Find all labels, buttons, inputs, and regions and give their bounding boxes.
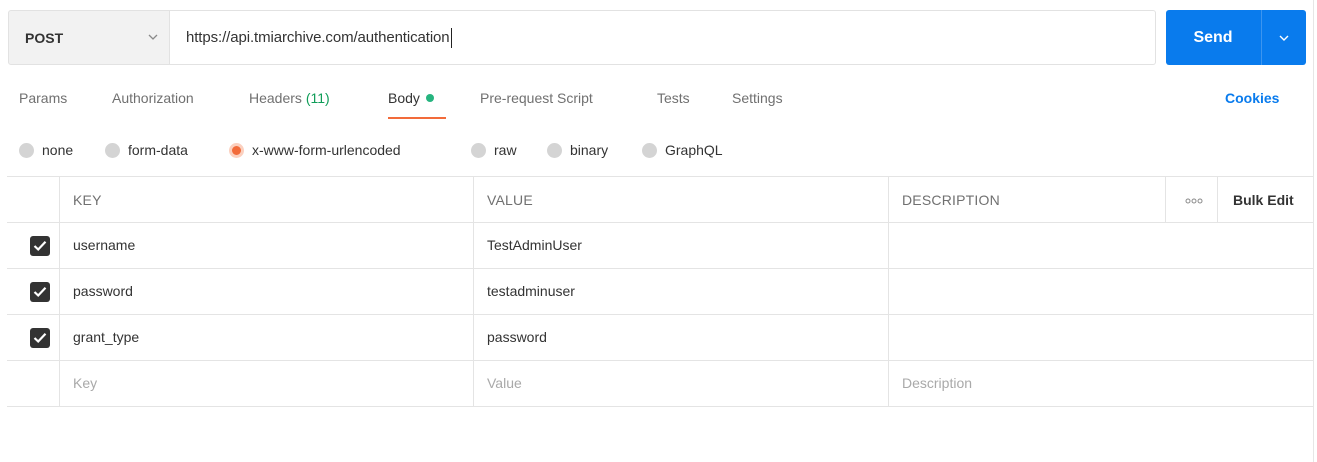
column-divider [1165, 176, 1166, 222]
row-checkbox[interactable] [30, 282, 50, 302]
tab-label: Settings [732, 90, 783, 106]
body-status-dot [425, 94, 434, 103]
checkmark-icon [33, 287, 47, 298]
radio-binary[interactable]: binary [547, 141, 608, 159]
tab-label: Params [19, 90, 68, 106]
radio-raw[interactable]: raw [471, 141, 517, 159]
new-description-input[interactable]: Description [902, 375, 972, 391]
active-tab-indicator [388, 117, 446, 119]
radio-label: GraphQL [665, 142, 723, 158]
row-checkbox[interactable] [30, 328, 50, 348]
key-value-table: KEY VALUE DESCRIPTION Bulk Edit username… [7, 176, 1313, 407]
table-border [7, 222, 1313, 223]
row-key[interactable]: grant_type [73, 329, 139, 345]
radio-form-data[interactable]: form-data [105, 141, 188, 159]
radio-circle [642, 142, 657, 158]
table-border [7, 406, 1313, 407]
tab-settings[interactable]: Settings [732, 90, 783, 106]
send-button-group: Send [1166, 10, 1306, 65]
row-value[interactable]: TestAdminUser [487, 237, 582, 253]
row-checkbox[interactable] [30, 236, 50, 256]
tab-body[interactable]: Body [388, 90, 434, 106]
method-select[interactable]: POST [8, 10, 170, 65]
column-divider [888, 176, 889, 407]
tab-params[interactable]: Params [19, 90, 67, 106]
column-divider [473, 176, 474, 407]
tab-label: Body [388, 90, 420, 106]
table-border [7, 268, 1313, 269]
tab-label: Headers [249, 90, 302, 106]
header-key: KEY [73, 192, 102, 208]
checkmark-icon [33, 333, 47, 344]
cookies-link[interactable]: Cookies [1225, 90, 1279, 106]
tab-headers[interactable]: Headers (11) [249, 90, 330, 106]
headers-count: (11) [305, 90, 330, 106]
radio-graphql[interactable]: GraphQL [642, 141, 723, 159]
bulk-edit-button[interactable]: Bulk Edit [1233, 192, 1294, 208]
tab-label: Pre-request Script [480, 90, 593, 106]
more-options-icon[interactable] [1185, 197, 1203, 205]
radio-circle [19, 142, 34, 158]
table-border [7, 314, 1313, 315]
header-description: DESCRIPTION [902, 192, 1000, 208]
column-divider [1217, 176, 1218, 222]
column-divider [59, 176, 60, 407]
table-border [7, 176, 1313, 177]
header-value: VALUE [487, 192, 533, 208]
tab-authorization[interactable]: Authorization [112, 90, 194, 106]
radio-label: x-www-form-urlencoded [252, 142, 401, 158]
chevron-down-icon [148, 34, 158, 40]
tab-tests[interactable]: Tests [657, 90, 690, 106]
method-label: POST [25, 29, 64, 46]
radio-label: none [42, 142, 74, 158]
text-caret [450, 27, 452, 48]
radio-label: binary [570, 142, 609, 158]
url-input[interactable]: https://api.tmiarchive.com/authenticatio… [170, 10, 1156, 65]
radio-label: form-data [128, 142, 188, 158]
new-key-input[interactable]: Key [73, 375, 97, 391]
url-text: https://api.tmiarchive.com/authenticatio… [186, 29, 450, 46]
tab-label: Authorization [112, 90, 194, 106]
checkmark-icon [33, 241, 47, 252]
radio-label: raw [494, 142, 517, 158]
radio-circle [105, 142, 120, 158]
new-value-input[interactable]: Value [487, 375, 522, 391]
radio-x-www-form-urlencoded[interactable]: x-www-form-urlencoded [229, 141, 401, 159]
right-edge-divider [1313, 0, 1314, 462]
radio-circle [547, 142, 562, 158]
radio-none[interactable]: none [19, 141, 73, 159]
tab-label: Tests [657, 90, 690, 106]
send-button[interactable]: Send [1166, 10, 1260, 65]
chevron-down-icon [1279, 35, 1289, 41]
send-options-button[interactable] [1262, 10, 1306, 65]
table-border [7, 360, 1313, 361]
row-value[interactable]: password [487, 329, 547, 345]
row-key[interactable]: username [73, 237, 135, 253]
tab-pre-request-script[interactable]: Pre-request Script [480, 90, 593, 106]
row-key[interactable]: password [73, 283, 133, 299]
row-value[interactable]: testadminuser [487, 283, 575, 299]
radio-circle [471, 142, 486, 158]
radio-circle-selected [229, 142, 244, 158]
